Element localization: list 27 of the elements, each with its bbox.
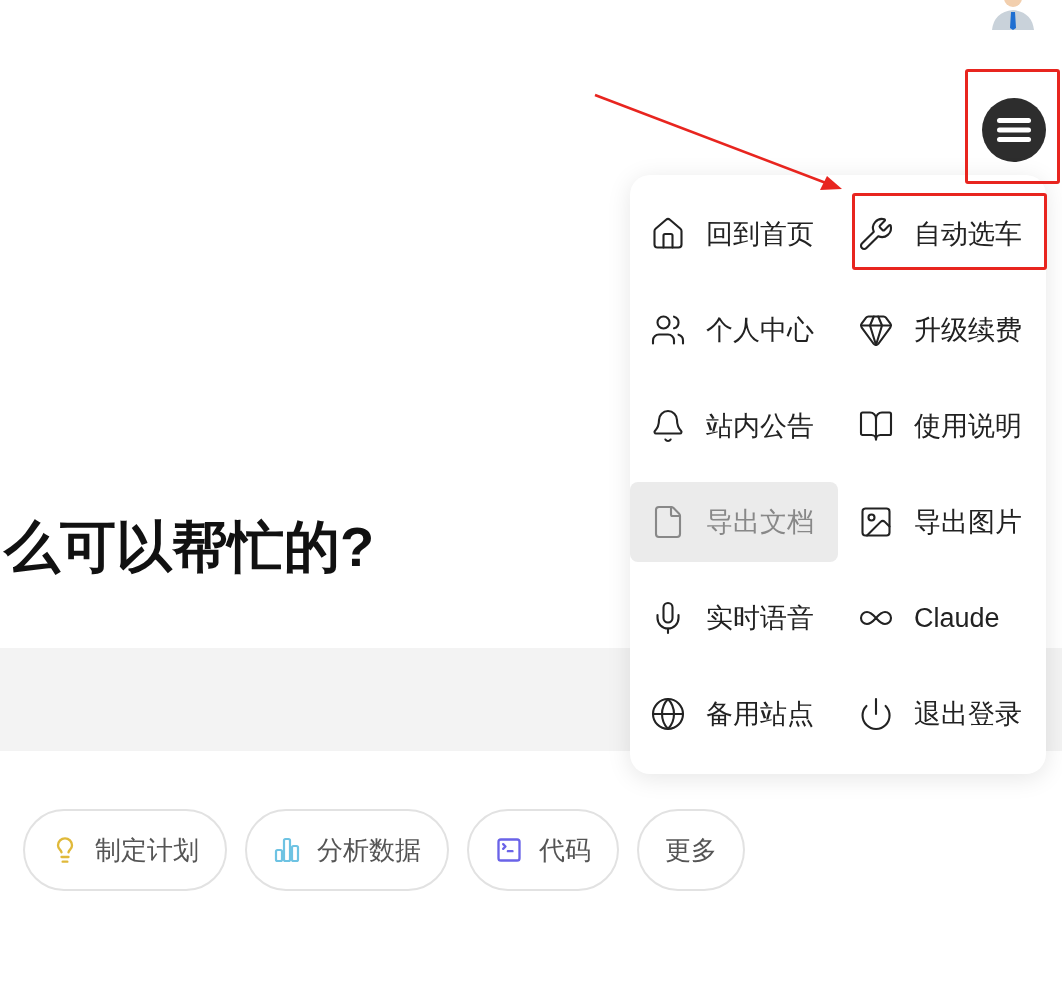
menu-item[interactable]: 个人中心: [630, 290, 838, 370]
menu-item[interactable]: 回到首页: [630, 194, 838, 274]
image-icon: [858, 504, 894, 540]
menu-icon: [996, 115, 1032, 145]
menu-item[interactable]: 退出登录: [838, 674, 1046, 754]
power-icon: [858, 696, 894, 732]
menu-item[interactable]: 站内公告: [630, 386, 838, 466]
avatar[interactable]: [990, 0, 1036, 30]
suggestion-chip[interactable]: 代码: [467, 809, 619, 891]
wrench-icon: [858, 216, 894, 252]
diamond-icon: [858, 312, 894, 348]
heading: 么可以帮忙的?: [2, 514, 376, 580]
globe-icon: [650, 696, 686, 732]
suggestion-chip[interactable]: 制定计划: [23, 809, 227, 891]
menu-item[interactable]: 实时语音: [630, 578, 838, 658]
menu-item[interactable]: 备用站点: [630, 674, 838, 754]
suggestion-chip[interactable]: 更多: [637, 809, 745, 891]
terminal-icon: [495, 836, 523, 864]
menu-item[interactable]: 使用说明: [838, 386, 1046, 466]
menu-item[interactable]: 导出图片: [838, 482, 1046, 562]
menu-item[interactable]: Claude: [838, 578, 1046, 658]
bell-icon: [650, 408, 686, 444]
bar-chart-icon: [273, 836, 301, 864]
menu-item[interactable]: 自动选车: [838, 194, 1046, 274]
menu-item[interactable]: 升级续费: [838, 290, 1046, 370]
house-icon: [650, 216, 686, 252]
suggestion-chip[interactable]: 分析数据: [245, 809, 449, 891]
